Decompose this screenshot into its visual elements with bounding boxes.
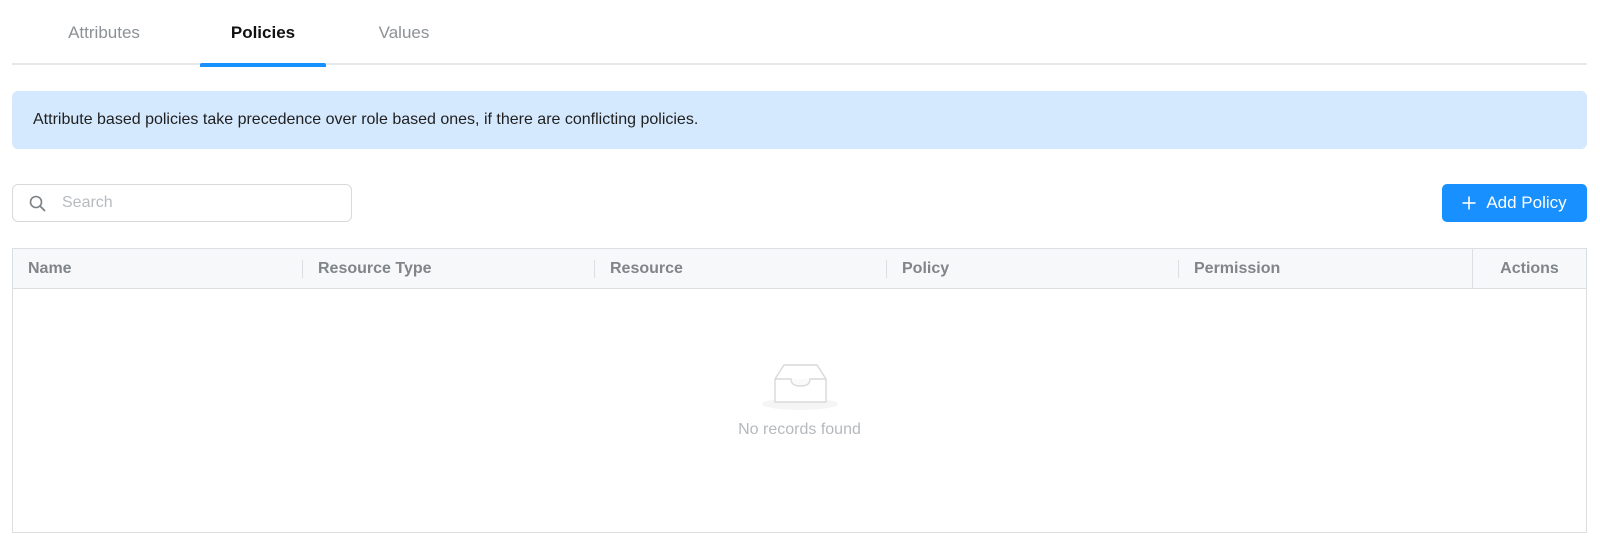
empty-inbox-icon (761, 364, 838, 410)
search-box[interactable] (12, 184, 352, 222)
tab-attributes[interactable]: Attributes (34, 0, 174, 65)
tab-policies[interactable]: Policies (200, 0, 326, 67)
policies-page: Attributes Policies Values Attribute bas… (0, 0, 1600, 548)
add-policy-label: Add Policy (1486, 193, 1567, 212)
search-icon (29, 195, 46, 211)
info-banner-text: Attribute based policies take precedence… (33, 111, 699, 128)
column-header-permission: Permission (1178, 249, 1472, 289)
search-input[interactable] (62, 194, 322, 212)
column-header-actions: Actions (1472, 249, 1586, 289)
table-header: Name Resource Type Resource Policy Permi… (13, 249, 1586, 289)
policies-table: Name Resource Type Resource Policy Permi… (12, 248, 1587, 533)
column-header-resource-type: Resource Type (302, 249, 594, 289)
column-header-resource: Resource (594, 249, 886, 289)
info-banner: Attribute based policies take precedence… (12, 91, 1587, 149)
column-header-name: Name (28, 260, 72, 277)
empty-state-text: No records found (738, 421, 861, 438)
empty-state: No records found (13, 289, 1586, 532)
tab-bar: Attributes Policies Values (12, 0, 1587, 67)
plus-icon (1462, 196, 1476, 210)
add-policy-button[interactable]: Add Policy (1442, 184, 1587, 222)
column-header-policy: Policy (886, 249, 1178, 289)
tab-values[interactable]: Values (344, 0, 464, 65)
